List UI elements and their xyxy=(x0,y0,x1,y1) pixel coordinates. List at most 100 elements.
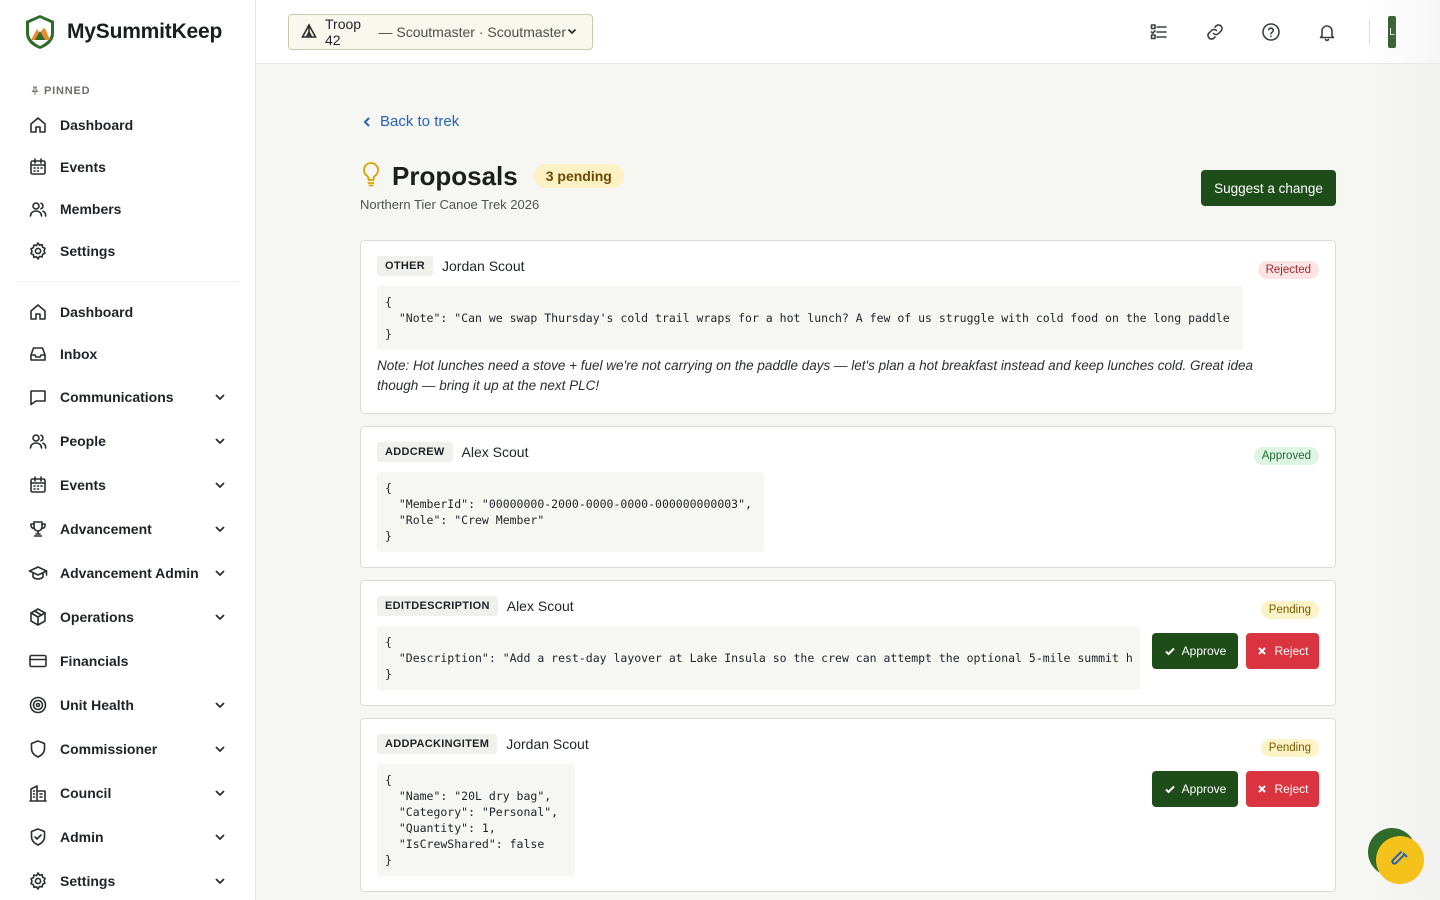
proposal-payload: { "Description": "Add a rest-day layover… xyxy=(377,626,1140,690)
sidebar-divider xyxy=(16,281,239,282)
close-icon xyxy=(1258,785,1267,793)
sidebar-item-settings[interactable]: Settings xyxy=(0,859,255,900)
check-icon xyxy=(1164,647,1175,656)
inbox-icon xyxy=(28,344,48,364)
pin-icon xyxy=(31,86,39,95)
status-badge: Rejected xyxy=(1257,261,1319,279)
approve-button[interactable]: Approve xyxy=(1152,771,1238,807)
sidebar-item-advancement-admin[interactable]: Advancement Admin xyxy=(0,551,255,595)
unit-role: — Scoutmaster · Scoutmaster xyxy=(374,24,566,40)
top-bar: Troop 42 — Scoutmaster · Scoutmaster L xyxy=(256,0,1440,64)
bell-icon xyxy=(1319,25,1335,42)
close-icon xyxy=(1258,647,1267,655)
sidebar-item-council[interactable]: Council xyxy=(0,771,255,815)
sidebar-item-inbox[interactable]: Inbox xyxy=(0,333,255,375)
sidebar-item-financials[interactable]: Financials xyxy=(0,639,255,683)
notifications-button[interactable] xyxy=(1299,0,1355,64)
nav-label: Settings xyxy=(60,873,116,889)
main-content: Back to trek Proposals 3 pending Norther… xyxy=(256,65,1440,900)
proposal-payload: { "MemberId": "00000000-2000-0000-0000-0… xyxy=(377,472,764,552)
proposal-type-tag: EDITDESCRIPTION xyxy=(377,596,498,616)
chevron-down-icon xyxy=(566,24,578,40)
sidebar: MySummitKeep PINNED Dashboard Events Mem… xyxy=(0,0,256,900)
reject-button[interactable]: Reject xyxy=(1246,633,1319,669)
chevron-down-icon[interactable] xyxy=(213,742,227,756)
sidebar-item-operations[interactable]: Operations xyxy=(0,595,255,639)
nav-label: Advancement Admin xyxy=(60,565,199,581)
sidebar-item-commissioner[interactable]: Commissioner xyxy=(0,727,255,771)
test-tube-icon xyxy=(1391,851,1408,865)
page-title: Proposals xyxy=(392,160,518,191)
proposal-card: ADDCREW Alex Scout Approved { "MemberId"… xyxy=(360,426,1336,568)
unit-selector[interactable]: Troop 42 — Scoutmaster · Scoutmaster xyxy=(288,14,593,50)
status-badge: Pending xyxy=(1260,601,1319,619)
chevron-down-icon[interactable] xyxy=(213,434,227,448)
back-to-trek-link[interactable]: Back to trek xyxy=(360,113,459,130)
calendar-icon xyxy=(28,475,48,495)
logo-icon xyxy=(26,15,54,49)
reject-button[interactable]: Reject xyxy=(1246,771,1319,807)
chevron-down-icon[interactable] xyxy=(213,478,227,492)
sidebar-item-advancement[interactable]: Advancement xyxy=(0,507,255,551)
chevron-left-icon xyxy=(363,116,370,127)
floating-action-button[interactable] xyxy=(1376,836,1424,884)
checklist-icon xyxy=(1150,24,1167,40)
nav-label: People xyxy=(60,433,106,449)
users-icon xyxy=(28,431,48,451)
nav-label: Dashboard xyxy=(60,117,134,133)
approve-label: Approve xyxy=(1181,644,1227,658)
suggest-change-button[interactable]: Suggest a change xyxy=(1201,170,1336,206)
page-header: Proposals 3 pending xyxy=(360,160,624,192)
status-badge: Approved xyxy=(1253,447,1319,465)
chevron-down-icon[interactable] xyxy=(213,566,227,580)
avatar[interactable]: L xyxy=(1388,16,1396,48)
sidebar-item-dashboard[interactable]: Dashboard xyxy=(0,291,255,333)
proposal-author: Jordan Scout xyxy=(506,736,589,752)
nav-label: Communications xyxy=(60,389,174,405)
back-link-label: Back to trek xyxy=(380,113,460,130)
nav-label: Commissioner xyxy=(60,741,158,757)
chevron-down-icon[interactable] xyxy=(213,830,227,844)
link-button[interactable] xyxy=(1187,0,1243,64)
chevron-down-icon[interactable] xyxy=(213,522,227,536)
sidebar-item-events[interactable]: Events xyxy=(0,463,255,507)
pinned-section-label: PINNED xyxy=(30,84,255,98)
pinned-label-text: PINNED xyxy=(44,85,91,97)
chevron-down-icon[interactable] xyxy=(213,874,227,888)
nav-label: Dashboard xyxy=(60,304,134,320)
credit-card-icon xyxy=(28,651,48,671)
brand[interactable]: MySummitKeep xyxy=(0,0,255,64)
pinned-item-settings[interactable]: Settings xyxy=(0,230,255,272)
proposal-author: Alex Scout xyxy=(506,598,574,614)
sidebar-item-admin[interactable]: Admin xyxy=(0,815,255,859)
pinned-item-events[interactable]: Events xyxy=(0,146,255,188)
approve-button[interactable]: Approve xyxy=(1152,633,1238,669)
nav-label: Admin xyxy=(60,829,104,845)
chevron-down-icon[interactable] xyxy=(213,390,227,404)
pending-count-badge: 3 pending xyxy=(533,164,624,188)
sidebar-item-communications[interactable]: Communications xyxy=(0,375,255,419)
brand-name: MySummitKeep xyxy=(67,20,223,43)
chevron-down-icon[interactable] xyxy=(213,786,227,800)
sidebar-item-people[interactable]: People xyxy=(0,419,255,463)
chevron-down-icon[interactable] xyxy=(213,610,227,624)
link-icon xyxy=(1207,24,1223,40)
gear-icon xyxy=(28,241,48,261)
pinned-item-members[interactable]: Members xyxy=(0,188,255,230)
chevron-down-icon[interactable] xyxy=(213,698,227,712)
proposal-header: OTHER Jordan Scout xyxy=(377,256,525,276)
nav-label: Advancement xyxy=(60,521,152,537)
sidebar-item-unit-health[interactable]: Unit Health xyxy=(0,683,255,727)
pinned-item-dashboard[interactable]: Dashboard xyxy=(0,104,255,146)
lightbulb-icon xyxy=(360,161,382,192)
trophy-icon xyxy=(28,519,48,539)
trek-name: Northern Tier Canoe Trek 2026 xyxy=(360,197,540,212)
nav-label: Events xyxy=(60,477,106,493)
checklist-button[interactable] xyxy=(1131,0,1187,64)
help-button[interactable] xyxy=(1243,0,1299,64)
shield-check-icon xyxy=(28,827,48,847)
proposal-card: EDITDESCRIPTION Alex Scout Pending { "De… xyxy=(360,580,1336,706)
proposal-header: EDITDESCRIPTION Alex Scout xyxy=(377,596,574,616)
proposal-card: OTHER Jordan Scout Rejected { "Note": "C… xyxy=(360,240,1336,414)
proposal-card: ADDPACKINGITEM Jordan Scout Pending { "N… xyxy=(360,718,1336,892)
